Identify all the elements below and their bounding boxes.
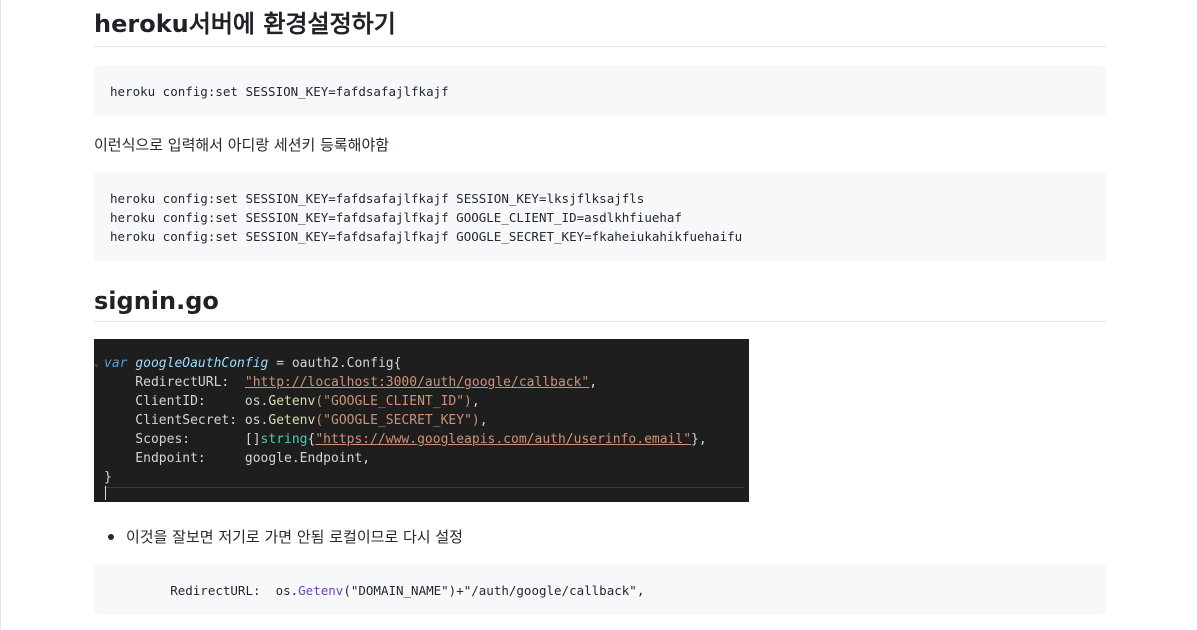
code-line: heroku config:set SESSION_KEY=fafdsafajl… (110, 229, 743, 244)
code-line: heroku config:set SESSION_KEY=fafdsafajl… (110, 210, 682, 225)
code-line: Endpoint: google.Endpoint, (104, 451, 371, 466)
text-cursor (105, 486, 106, 500)
code-line: RedirectURL: os.Getenv("DOMAIN_NAME")+"/… (110, 583, 645, 598)
code-line: Scopes: []string{"https://www.googleapis… (104, 432, 707, 447)
code-block-session-key: heroku config:set SESSION_KEY=fafdsafajl… (94, 65, 1106, 116)
heading-signin-go: signin.go (94, 289, 1106, 322)
list-item-text: 이것을 잘보면 저기로 가면 안됨 로컬이므로 다시 설정 (126, 528, 463, 546)
code-block-redirect-url: RedirectURL: os.Getenv("DOMAIN_NAME")+"/… (94, 564, 1106, 615)
code-line: RedirectURL: "http://localhost:3000/auth… (104, 375, 598, 390)
heading-heroku-config: heroku서버에 환경설정하기 (94, 12, 1106, 47)
code-line: ClientSecret: os.Getenv("GOOGLE_SECRET_K… (104, 413, 488, 428)
code-line: ClientID: os.Getenv("GOOGLE_CLIENT_ID"), (104, 394, 480, 409)
fold-chevron-icon: ⌄ (94, 359, 99, 368)
code-line: heroku config:set SESSION_KEY=fafdsafajl… (110, 84, 449, 99)
bullet-icon (108, 534, 114, 540)
code-screenshot-oauth-config: ⌄ var googleOauthConfig = oauth2.Config{… (94, 339, 749, 502)
code-block-config-set: heroku config:set SESSION_KEY=fafdsafajl… (94, 172, 1106, 261)
code-line: heroku config:set SESSION_KEY=fafdsafajl… (110, 191, 645, 206)
paragraph-register-note: 이런식으로 입력해서 아디랑 세션키 등록해야함 (94, 136, 390, 154)
code-line: } (104, 470, 112, 485)
page-left-border (0, 0, 1, 630)
code-line: var googleOauthConfig = oauth2.Config{ (104, 356, 402, 371)
editor-divider (104, 487, 744, 488)
